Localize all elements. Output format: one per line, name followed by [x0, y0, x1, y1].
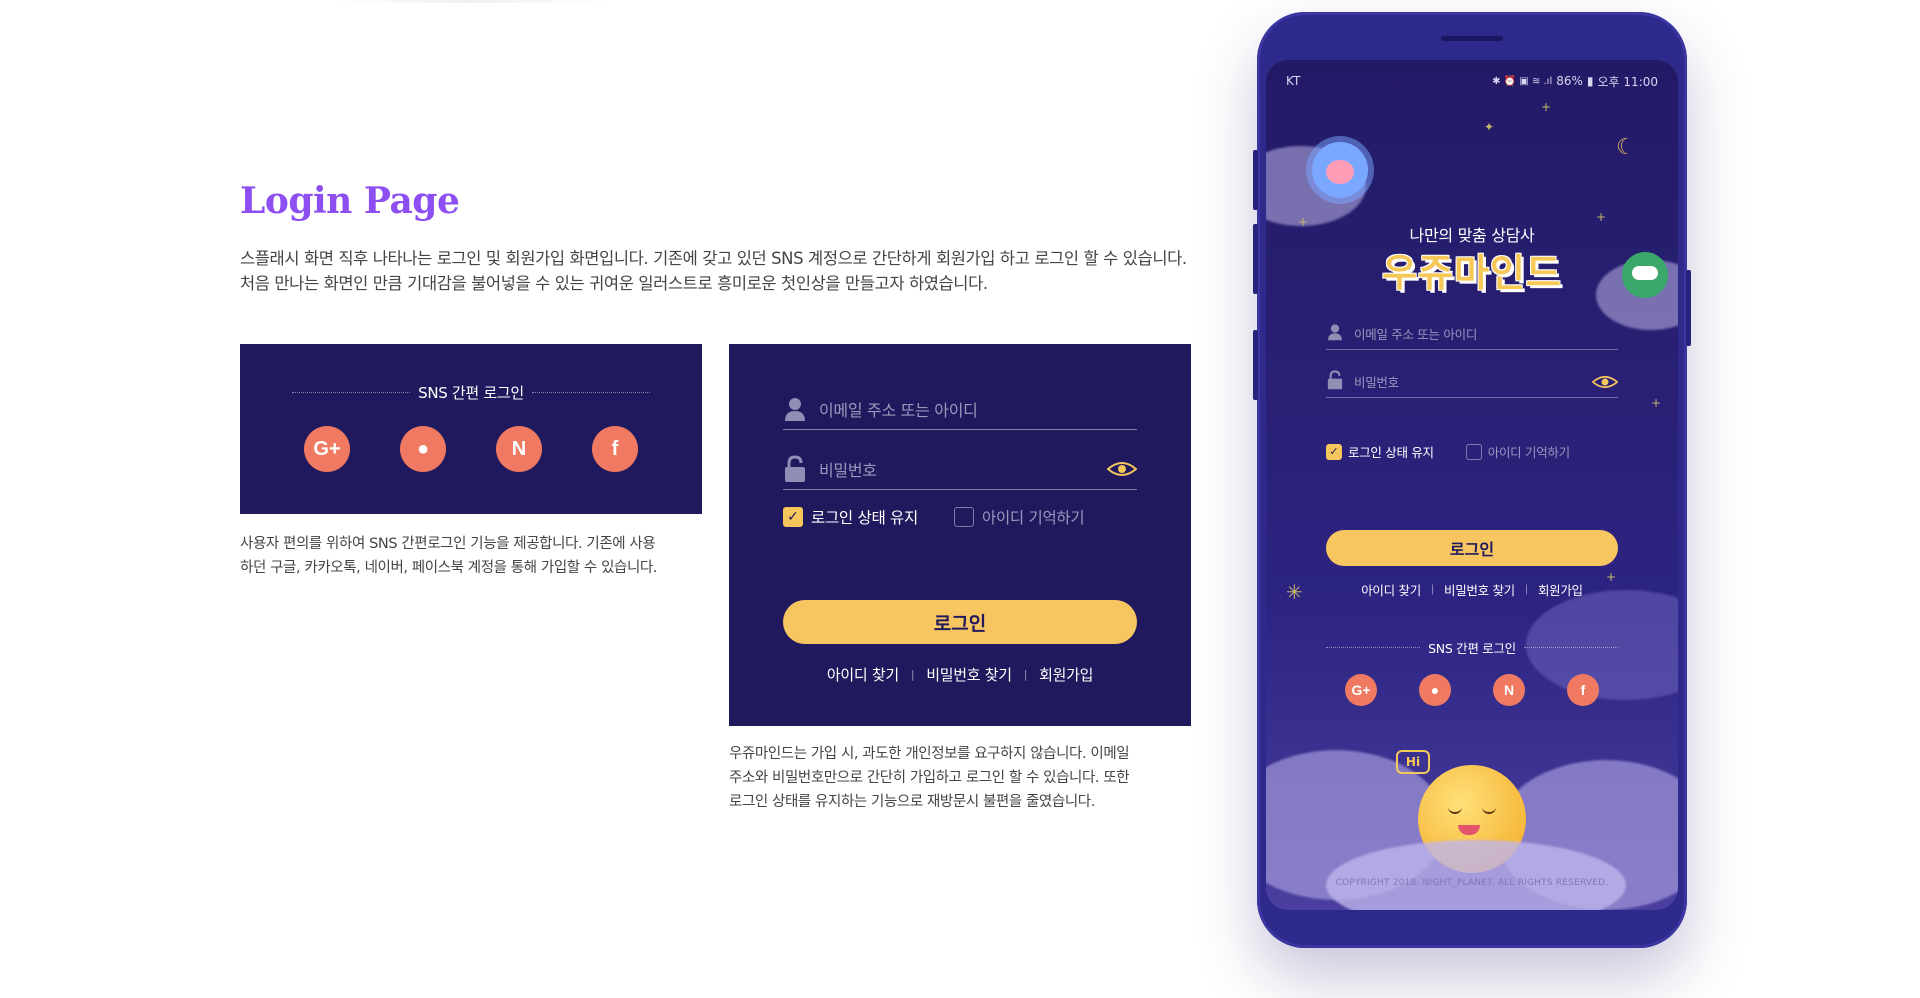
remember-id-checkbox[interactable] — [953, 507, 974, 527]
kakaotalk-icon[interactable]: ● — [400, 426, 446, 472]
signup-link[interactable]: 회원가입 — [1039, 664, 1093, 685]
sns-icon-row: G+ ● N f — [1266, 674, 1678, 706]
caption-line: 하던 구글, 카카오톡, 네이버, 페이스북 계정을 통해 가입할 수 있습니다… — [240, 560, 658, 576]
link-separator: | — [1524, 584, 1528, 595]
bixby-button — [1253, 330, 1258, 400]
crescent-moon-icon: ☾ — [1616, 135, 1636, 160]
star-icon: + — [1651, 396, 1662, 410]
divider — [531, 391, 650, 393]
email-placeholder: 이메일 주소 또는 아이디 — [1354, 327, 1478, 342]
status-right: ✱ ⏰ ▣ ≋ .ıl 86% ▮ 오후 11:00 — [1492, 73, 1658, 90]
star-icon: + — [1541, 100, 1552, 114]
sns-caption: 사용자 편의를 위하여 SNS 간편로그인 기능을 제공합니다. 기존에 사용 … — [240, 532, 710, 580]
login-options: ✓ 로그인 상태 유지 아이디 기억하기 — [1326, 442, 1602, 461]
remember-id-label: 아이디 기억하기 — [1487, 445, 1570, 460]
caption-line: 우쥬마인드는 가입 시, 과도한 개인정보를 요구하지 않습니다. 이메일 — [729, 746, 1130, 762]
lock-icon — [1326, 369, 1344, 394]
caption-line: 로그인 상태를 유지하는 기능으로 재방문시 불편을 줄였습니다. — [729, 794, 1095, 810]
sns-login-card: SNS 간편 로그인 G+ ● N f — [240, 344, 702, 514]
account-links: 아이디 찾기 | 비밀번호 찾기 | 회원가입 — [729, 664, 1191, 685]
moon-mouth — [1458, 825, 1480, 835]
google-plus-icon[interactable]: G+ — [304, 426, 350, 472]
volume-button — [1253, 224, 1258, 294]
eye-icon[interactable] — [1592, 375, 1618, 389]
email-field[interactable]: 이메일 주소 또는 아이디 — [1326, 318, 1618, 350]
remember-id-label: 아이디 기억하기 — [981, 509, 1085, 527]
facebook-icon[interactable]: f — [1567, 674, 1599, 706]
battery-icon: ▮ — [1586, 74, 1594, 88]
password-field[interactable]: 비밀번호 — [783, 448, 1137, 490]
google-plus-icon[interactable]: G+ — [1345, 674, 1377, 706]
hi-speech-bubble: Hi — [1396, 750, 1430, 774]
keep-login-checkbox[interactable]: ✓ — [783, 507, 803, 527]
kakaotalk-icon[interactable]: ● — [1419, 674, 1451, 706]
find-password-link[interactable]: 비밀번호 찾기 — [1444, 580, 1515, 599]
battery-level: 86% — [1556, 74, 1583, 88]
copyright-text: COPYRIGHT 2018. NIGHT_PLANET. ALL RIGHTS… — [1335, 878, 1609, 888]
login-options: ✓ 로그인 상태 유지 아이디 기억하기 — [783, 506, 1120, 528]
link-separator: | — [1023, 668, 1028, 681]
status-bar: KT ✱ ⏰ ▣ ≋ .ıl 86% ▮ 오후 11:00 — [1266, 72, 1678, 90]
power-button — [1686, 270, 1691, 346]
link-separator: | — [1430, 584, 1434, 595]
divider — [292, 391, 411, 393]
flower-character-illustration — [1312, 142, 1368, 198]
sns-title-row: SNS 간편 로그인 — [292, 382, 650, 402]
link-separator: | — [910, 668, 915, 681]
password-field[interactable]: 비밀번호 — [1326, 366, 1618, 398]
app-logo: 우쥬마인드 — [1382, 251, 1562, 295]
character-face — [1326, 160, 1354, 184]
keep-login-checkbox[interactable]: ✓ — [1326, 443, 1342, 460]
caption-line: 사용자 편의를 위하여 SNS 간편로그인 기능을 제공합니다. 기존에 사용 — [240, 536, 656, 552]
facebook-icon[interactable]: f — [592, 426, 638, 472]
volume-button — [1253, 150, 1258, 210]
carrier-label: KT — [1286, 74, 1301, 88]
user-icon — [1326, 323, 1344, 345]
eye-icon[interactable] — [1107, 461, 1137, 477]
top-divider — [330, 0, 610, 3]
sns-title-row: SNS 간편 로그인 — [1326, 638, 1619, 657]
naver-icon[interactable]: N — [1493, 674, 1525, 706]
naver-icon[interactable]: N — [496, 426, 542, 472]
password-placeholder: 비밀번호 — [1354, 375, 1399, 390]
user-icon — [783, 395, 807, 423]
sns-icon-row: G+ ● N f — [240, 426, 702, 472]
lock-icon — [783, 454, 807, 483]
moon-eye — [1482, 807, 1496, 814]
login-form-card: 이메일 주소 또는 아이디 비밀번호 ✓ 로그인 상태 유지 아이디 기억하기 … — [729, 344, 1191, 726]
login-caption: 우쥬마인드는 가입 시, 과도한 개인정보를 요구하지 않습니다. 이메일 주소… — [729, 742, 1199, 814]
phone-screen: KT ✱ ⏰ ▣ ≋ .ıl 86% ▮ 오후 11:00 ✦ + ☾ + + … — [1266, 60, 1678, 910]
status-icons: ✱ ⏰ ▣ ≋ .ıl — [1492, 75, 1553, 87]
sns-title: SNS 간편 로그인 — [418, 383, 524, 402]
find-id-link[interactable]: 아이디 찾기 — [827, 664, 899, 685]
email-placeholder: 이메일 주소 또는 아이디 — [819, 400, 978, 420]
divider — [1523, 647, 1619, 648]
find-id-link[interactable]: 아이디 찾기 — [1361, 580, 1421, 599]
email-field[interactable]: 이메일 주소 또는 아이디 — [783, 388, 1137, 430]
moon-eye — [1448, 807, 1462, 814]
phone-speaker — [1441, 36, 1503, 41]
keep-login-label: 로그인 상태 유지 — [1348, 445, 1434, 460]
password-placeholder: 비밀번호 — [819, 460, 877, 480]
star-icon: ✦ — [1484, 120, 1495, 134]
caption-line: 주소와 비밀번호만으로 간단히 가입하고 로그인 할 수 있습니다. 또한 — [729, 770, 1130, 786]
keep-login-label: 로그인 상태 유지 — [811, 509, 918, 527]
find-password-link[interactable]: 비밀번호 찾기 — [926, 664, 1012, 685]
remember-id-checkbox[interactable] — [1465, 443, 1482, 460]
login-button[interactable]: 로그인 — [783, 600, 1137, 644]
clock: 오후 11:00 — [1597, 74, 1658, 89]
intro-text: 스플래시 화면 직후 나타나는 로그인 및 회원가입 화면입니다. 기존에 갖고… — [240, 249, 1187, 293]
divider — [1326, 647, 1421, 648]
login-button[interactable]: 로그인 — [1326, 530, 1618, 566]
sns-title: SNS 간편 로그인 — [1428, 641, 1516, 656]
page-title: Login Page — [240, 180, 460, 222]
phone-mockup: KT ✱ ⏰ ▣ ≋ .ıl 86% ▮ 오후 11:00 ✦ + ☾ + + … — [1253, 12, 1691, 948]
